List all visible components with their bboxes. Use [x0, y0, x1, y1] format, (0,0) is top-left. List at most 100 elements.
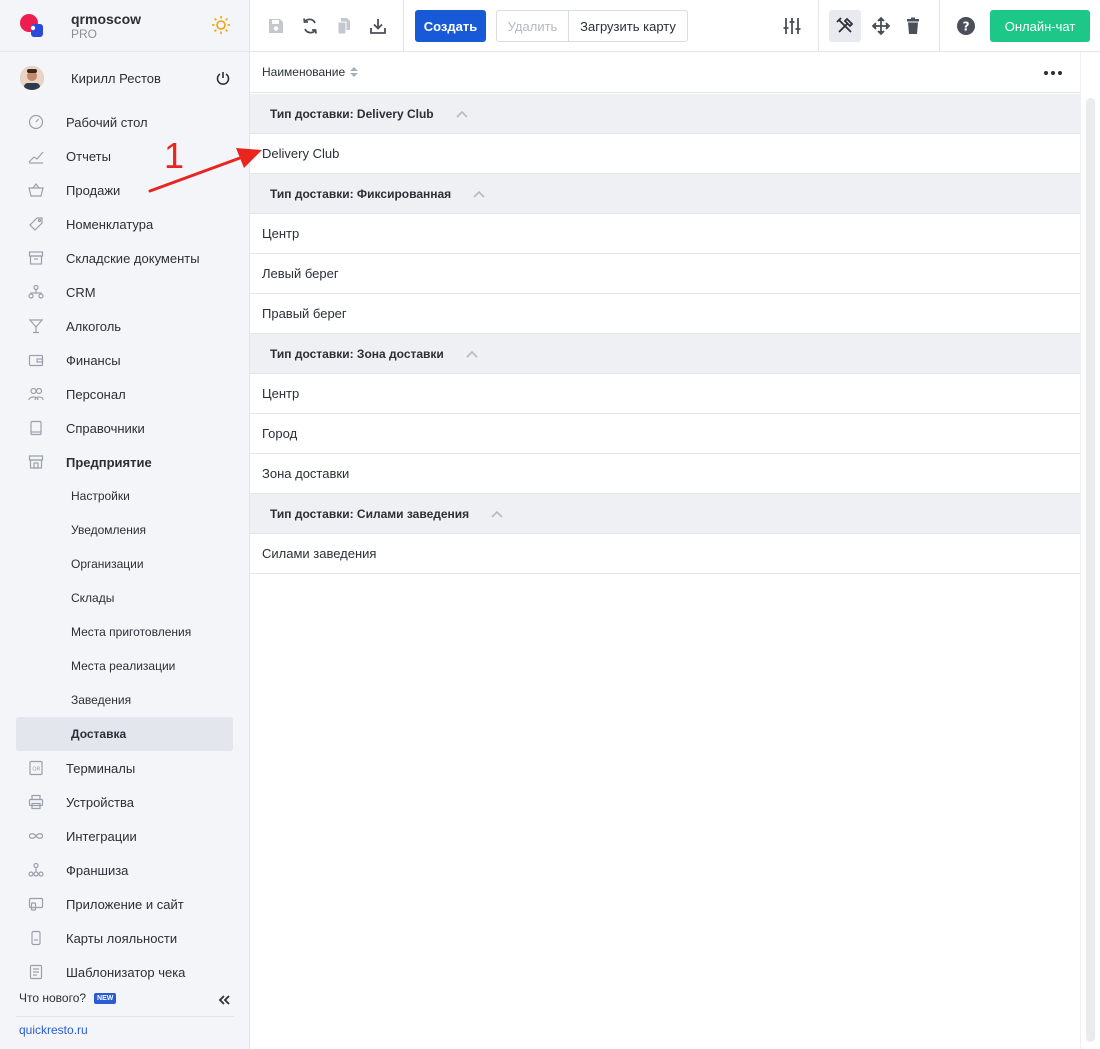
sidebar-item-terminals[interactable]: QR Терминалы	[0, 751, 249, 785]
column-header-name[interactable]: Наименование	[262, 65, 359, 79]
group-row[interactable]: Тип доставки: Delivery Club	[250, 94, 1080, 134]
sidebar-item-label: CRM	[66, 284, 96, 300]
action-button-group: Удалить Загрузить карту	[496, 10, 688, 42]
table-row[interactable]: Правый берег	[250, 294, 1080, 334]
svg-text:?: ?	[963, 20, 970, 34]
sidebar-item-finance[interactable]: Финансы	[0, 343, 249, 377]
sidebar-item-integrations[interactable]: Интеграции	[0, 819, 249, 853]
table-row[interactable]: Левый берег	[250, 254, 1080, 294]
power-icon[interactable]	[215, 70, 231, 86]
whats-new-label: Что нового?	[19, 991, 87, 1005]
brand-header[interactable]: qrmoscow PRO	[0, 0, 249, 52]
sidebar-item-label: Рабочий стол	[66, 114, 148, 130]
sidebar-subitem-settings[interactable]: Настройки	[0, 479, 249, 513]
group-title: Тип доставки: Delivery Club	[270, 106, 434, 121]
scrollbar[interactable]	[1080, 52, 1100, 1049]
sidebar-item-staff[interactable]: Персонал	[0, 377, 249, 411]
group-row[interactable]: Тип доставки: Зона доставки	[250, 334, 1080, 374]
sidebar-subitem-cooking-places[interactable]: Места приготовления	[0, 615, 249, 649]
sun-icon[interactable]	[211, 15, 231, 35]
more-horizontal-icon[interactable]	[1043, 70, 1063, 76]
user-name: Кирилл Рестов	[71, 70, 161, 86]
book-icon	[28, 420, 44, 436]
toolbar-divider	[403, 0, 404, 52]
sidebar-subitem-label: Доставка	[71, 727, 127, 741]
sidebar-item-label: Финансы	[66, 352, 121, 368]
sidebar-item-loyalty-cards[interactable]: Карты лояльности	[0, 921, 249, 955]
sidebar-item-warehouse-docs[interactable]: Складские документы	[0, 241, 249, 275]
sidebar-item-label: Предприятие	[66, 454, 152, 470]
table-row[interactable]: Центр	[250, 374, 1080, 414]
sort-icon	[350, 67, 359, 77]
sidebar-subitem-label: Организации	[71, 557, 144, 571]
group-row[interactable]: Тип доставки: Фиксированная	[250, 174, 1080, 214]
row-label: Силами заведения	[262, 546, 377, 561]
sidebar-item-nomenclature[interactable]: Номенклатура	[0, 207, 249, 241]
sidebar-subitem-warehouses[interactable]: Склады	[0, 581, 249, 615]
chevron-up-icon[interactable]	[466, 350, 478, 358]
sidebar-subitem-venues[interactable]: Заведения	[0, 683, 249, 717]
whats-new-link[interactable]: Что нового? NEW	[19, 991, 117, 1005]
row-label: Город	[262, 426, 298, 441]
filter-sliders-icon[interactable]	[782, 16, 802, 36]
sidebar-item-label: Франшиза	[66, 862, 129, 878]
sidebar-subitem-label: Места приготовления	[71, 625, 192, 639]
table-row[interactable]: Город	[250, 414, 1080, 454]
chevron-up-icon[interactable]	[491, 510, 503, 518]
online-chat-button[interactable]: Онлайн-чат	[990, 10, 1090, 42]
sidebar-item-devices[interactable]: Устройства	[0, 785, 249, 819]
table-row[interactable]: Delivery Club	[250, 134, 1080, 174]
column-header-label: Наименование	[262, 65, 346, 79]
sidebar-subitem-organizations[interactable]: Организации	[0, 547, 249, 581]
sidebar-item-receipt-templates[interactable]: Шаблонизатор чека	[0, 955, 249, 989]
staff-icon	[28, 386, 44, 402]
group-title: Тип доставки: Фиксированная	[270, 186, 452, 201]
trash-icon[interactable]	[903, 16, 923, 36]
site-link[interactable]: quickresto.ru	[19, 1023, 88, 1037]
double-chevron-left-icon[interactable]	[218, 994, 230, 1006]
table-header: Наименование	[250, 52, 1080, 93]
tools-icon	[836, 17, 854, 33]
sidebar-item-app-site[interactable]: Приложение и сайт	[0, 887, 249, 921]
delete-button[interactable]: Удалить	[497, 11, 569, 41]
move-icon[interactable]	[871, 16, 891, 36]
brand-logo-icon	[18, 12, 46, 40]
new-badge: NEW	[94, 992, 117, 1004]
chevron-up-icon[interactable]	[473, 190, 485, 198]
sidebar-subitem-label: Заведения	[71, 693, 132, 707]
copy-icon[interactable]	[334, 16, 354, 36]
sidebar-item-label: Устройства	[66, 794, 135, 810]
group-row[interactable]: Тип доставки: Силами заведения	[250, 494, 1080, 534]
toolbar: Создать Удалить Загрузить карту ? Онлайн…	[250, 0, 1100, 52]
sidebar-item-references[interactable]: Справочники	[0, 411, 249, 445]
loyalty-card-icon	[28, 930, 44, 946]
table-row[interactable]: Центр	[250, 214, 1080, 254]
tools-button[interactable]	[829, 10, 861, 42]
sidebar-subitem-label: Места реализации	[71, 659, 176, 673]
download-icon[interactable]	[368, 16, 388, 36]
sidebar-subitem-sale-places[interactable]: Места реализации	[0, 649, 249, 683]
receipt-icon	[28, 964, 44, 980]
reports-icon	[28, 148, 44, 164]
printer-icon	[28, 794, 44, 810]
help-icon[interactable]: ?	[956, 16, 976, 36]
user-profile[interactable]: Кирилл Рестов	[0, 52, 249, 104]
table-row[interactable]: Силами заведения	[250, 534, 1080, 574]
sidebar-item-franchise[interactable]: Франшиза	[0, 853, 249, 887]
toolbar-divider	[939, 0, 940, 52]
sidebar-item-crm[interactable]: CRM	[0, 275, 249, 309]
save-icon[interactable]	[266, 16, 286, 36]
sidebar-item-label: Складские документы	[66, 250, 200, 266]
load-map-button[interactable]: Загрузить карту	[569, 11, 687, 41]
row-label: Зона доставки	[262, 466, 350, 481]
sidebar-item-dashboard[interactable]: Рабочий стол	[0, 105, 249, 139]
refresh-icon[interactable]	[300, 16, 320, 36]
chevron-up-icon[interactable]	[456, 110, 468, 118]
scrollbar-thumb[interactable]	[1086, 98, 1095, 1042]
sidebar-subitem-notifications[interactable]: Уведомления	[0, 513, 249, 547]
sidebar-item-alcohol[interactable]: Алкоголь	[0, 309, 249, 343]
table-row[interactable]: Зона доставки	[250, 454, 1080, 494]
sidebar-item-enterprise[interactable]: Предприятие	[0, 445, 249, 479]
sidebar-subitem-delivery[interactable]: Доставка	[16, 717, 233, 751]
create-button[interactable]: Создать	[415, 10, 486, 42]
